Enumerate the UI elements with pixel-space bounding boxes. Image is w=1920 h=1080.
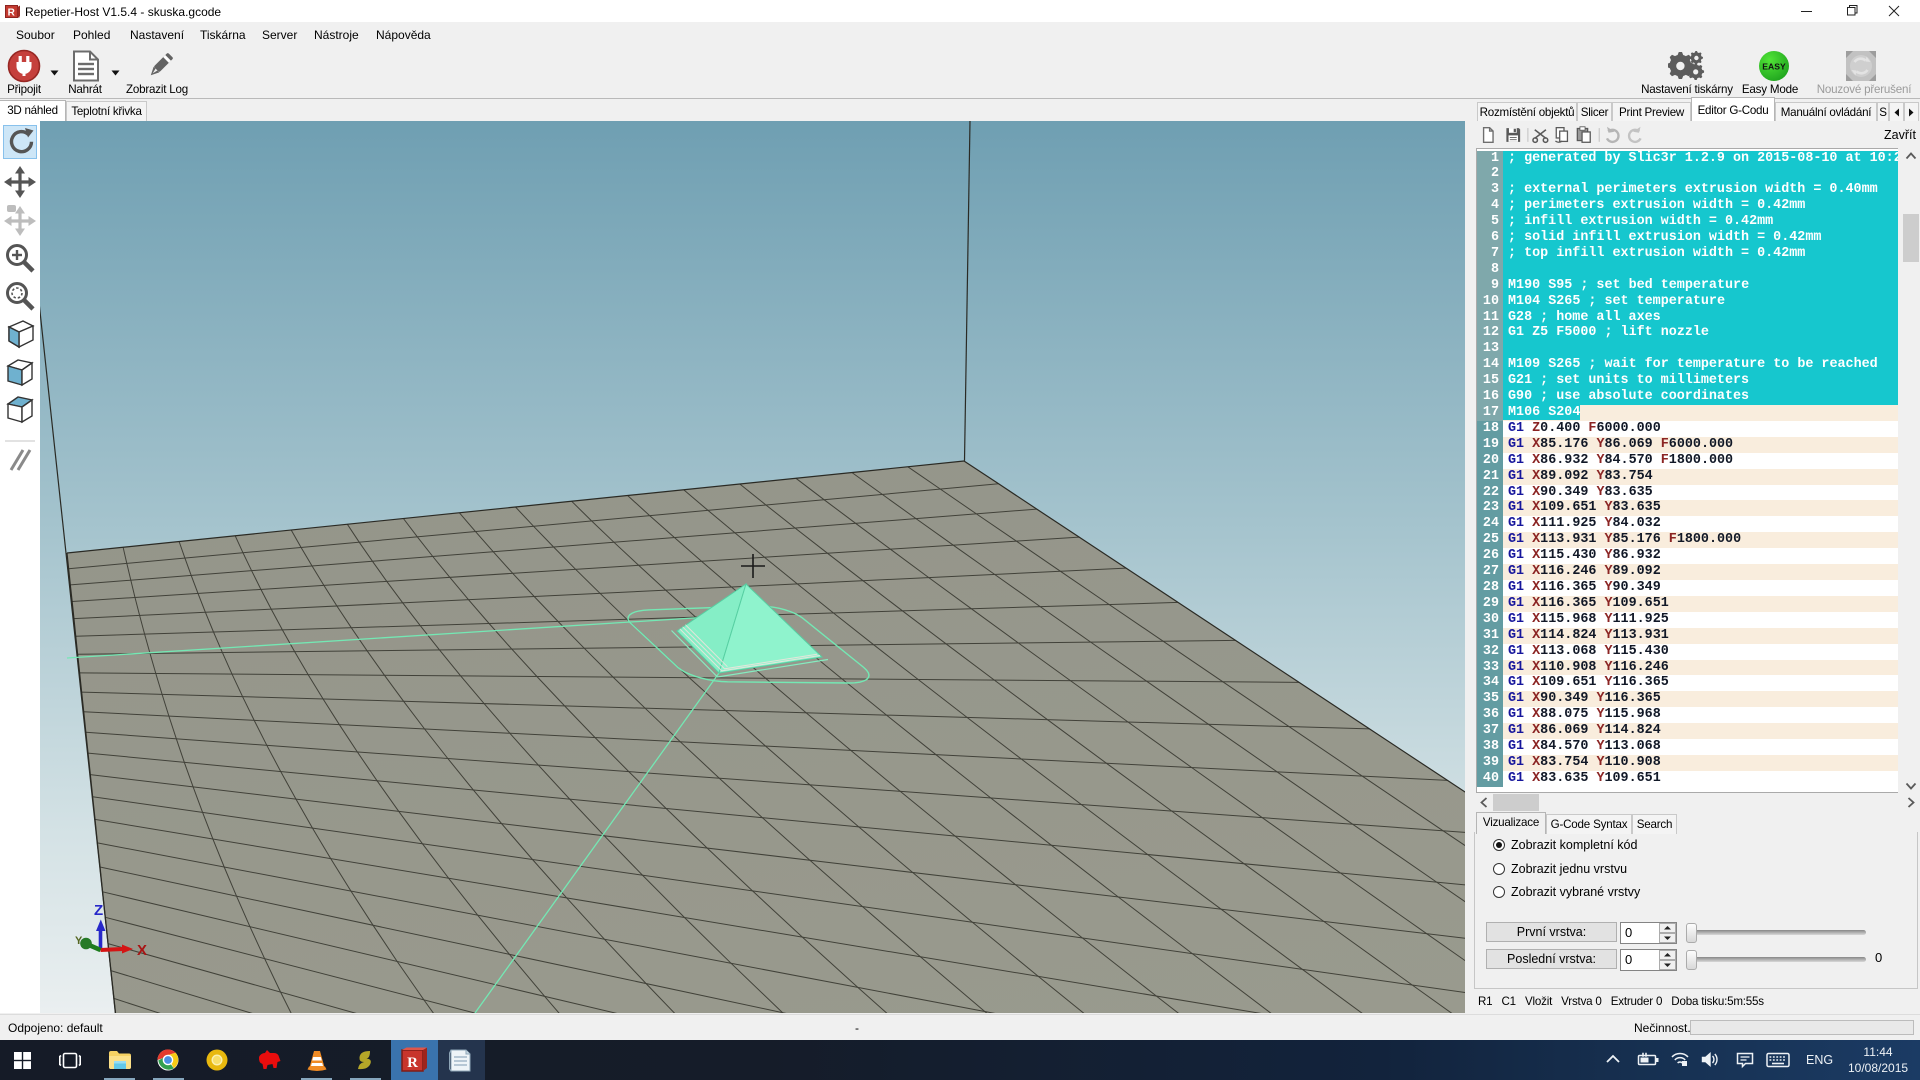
svg-text:R: R [8, 8, 16, 19]
svg-text:R: R [407, 1055, 418, 1071]
svg-text:X: X [137, 942, 147, 959]
svg-text:Z: Z [94, 902, 103, 919]
svg-text:EASY: EASY [1762, 62, 1786, 72]
svg-text:Y: Y [75, 935, 83, 947]
